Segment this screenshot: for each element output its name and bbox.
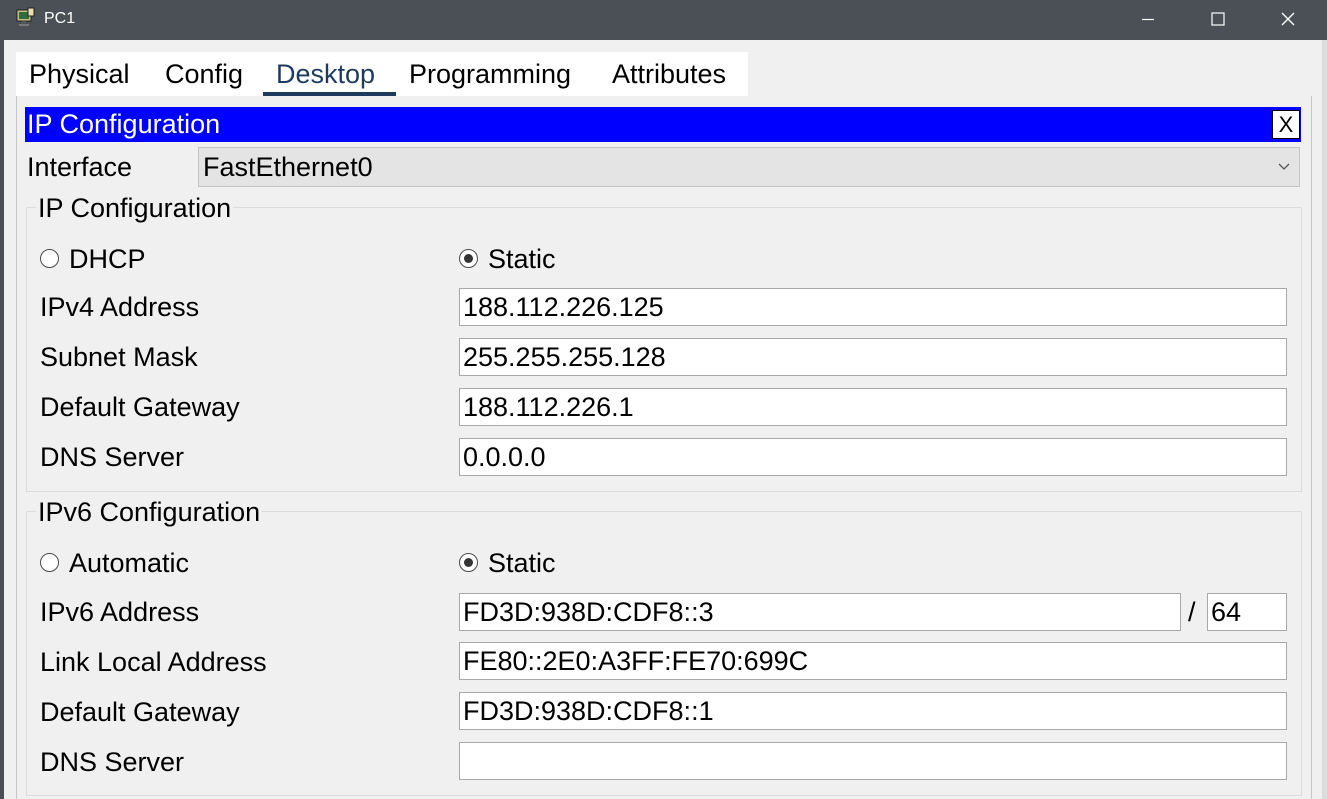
ipv6-static-radio[interactable] [459,553,478,572]
ipv6-automatic-radio[interactable] [40,553,59,572]
ipv4-gateway-input[interactable] [459,388,1287,426]
dhcp-radio[interactable] [40,249,59,268]
ipv6-dns-input[interactable] [459,742,1287,780]
link-local-label: Link Local Address [40,647,267,677]
tab-physical[interactable]: Physical [29,56,130,92]
ipv4-address-label: IPv4 Address [40,292,200,322]
ip-config-header: IP Configuration X [25,107,1301,142]
tab-config[interactable]: Config [165,56,243,92]
ip-config-header-title: IP Configuration [27,109,221,139]
ipv4-address-input[interactable] [459,288,1287,326]
ipv4-dns-label: DNS Server [40,442,185,472]
minimize-icon [1142,18,1154,21]
ipv4-static-radio[interactable] [459,249,478,268]
close-window-button[interactable] [1253,0,1323,38]
close-icon [1281,12,1295,26]
ipv6-gateway-label: Default Gateway [40,697,240,727]
ipv4-group-title: IP Configuration [36,192,234,224]
interface-select-value: FastEthernet0 [203,152,373,182]
link-local-input[interactable] [459,642,1287,680]
maximize-icon [1211,12,1225,26]
interface-select[interactable]: FastEthernet0 [198,147,1300,187]
ipv6-gateway-input[interactable] [459,692,1287,730]
ipv6-address-input[interactable] [459,593,1181,631]
title-bar[interactable]: PC1 [0,0,1327,40]
tab-desktop[interactable]: Desktop [276,56,375,92]
prefix-separator: / [1188,597,1196,627]
ip-config-close-button[interactable]: X [1272,110,1300,139]
minimize-button[interactable] [1113,0,1183,38]
window-title: PC1 [44,10,76,27]
pc-icon [14,6,38,30]
tab-programming[interactable]: Programming [409,56,571,92]
window-right-gutter [1322,40,1327,799]
ipv6-static-label: Static [488,548,556,578]
subnet-mask-input[interactable] [459,338,1287,376]
ipv6-dns-label: DNS Server [40,747,185,777]
subnet-mask-label: Subnet Mask [40,342,198,372]
ipv4-static-label: Static [488,244,556,274]
ipv4-dns-input[interactable] [459,438,1287,476]
chevron-down-icon [1278,163,1290,170]
ipv6-address-label: IPv6 Address [40,597,200,627]
tab-attributes[interactable]: Attributes [612,56,726,92]
ipv6-prefix-input[interactable] [1207,593,1287,631]
ipv6-automatic-label: Automatic [69,548,190,578]
interface-label: Interface [27,152,133,182]
maximize-button[interactable] [1183,0,1253,38]
dhcp-label: DHCP [69,244,146,274]
ipv6-group-title: IPv6 Configuration [36,496,263,528]
ipv4-gateway-label: Default Gateway [40,392,240,422]
